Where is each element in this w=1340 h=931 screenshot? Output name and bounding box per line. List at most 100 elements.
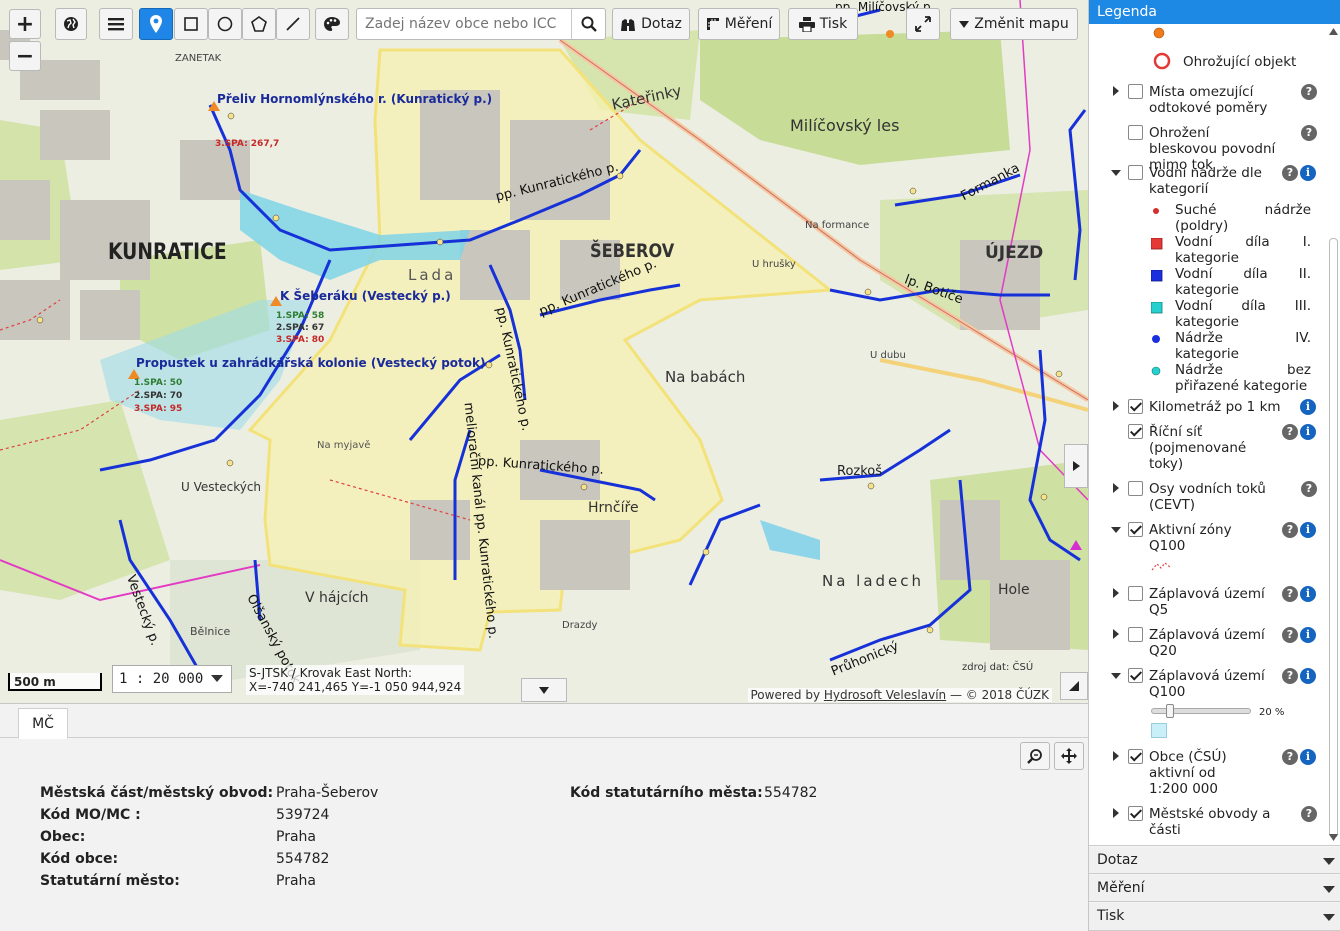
layer-checkbox-nadrze[interactable] [1128,165,1143,180]
opacity-slider[interactable] [1151,704,1251,718]
layer-checkbox-q5[interactable] [1128,586,1143,601]
search-input[interactable] [357,9,571,39]
change-map-button[interactable]: Změnit mapu [950,8,1078,40]
legend-item-aktivni: Aktivní zóny Q100 ? i [1089,522,1325,556]
legend-sub-label: Suché nádrže [1175,202,1311,218]
query-label: Dotaz [641,16,682,32]
help-icon[interactable]: ? [1282,586,1298,602]
scrollbar-thumb[interactable] [1329,238,1338,838]
layers-menu-button[interactable] [99,8,133,40]
layer-checkbox-ricni[interactable] [1128,424,1143,439]
legend-item-km: Kilometráž po 1 km i [1089,399,1325,417]
info-icon[interactable]: i [1300,399,1316,415]
help-icon[interactable]: ? [1282,165,1298,181]
chevron-down-icon [1323,886,1335,893]
legend-scrollbar[interactable] [1327,28,1339,842]
help-icon[interactable]: ? [1301,84,1317,100]
chevron-down-icon [1323,858,1335,865]
collapse-arrow-icon[interactable] [1111,673,1121,679]
help-icon[interactable]: ? [1301,125,1317,141]
layer-checkbox-q100[interactable] [1128,668,1143,683]
layer-checkbox-obce[interactable] [1128,749,1143,764]
query-button[interactable]: Dotaz [612,8,690,40]
attribution-link[interactable]: Hydrosoft Veleslavín [824,688,946,702]
palette-button[interactable] [315,8,349,40]
expand-arrow-icon[interactable] [1113,401,1119,411]
tab-mc[interactable]: MČ [18,708,68,739]
layer-checkbox-aktivni[interactable] [1128,522,1143,537]
side-panel-toggle[interactable] [1064,444,1088,488]
layer-checkbox-mista[interactable] [1128,84,1143,99]
move-icon [1061,748,1077,764]
place-label-belnice: Bělnice [190,625,231,638]
zoom-in-button[interactable]: + [9,9,41,39]
accordion-query[interactable]: Dotaz [1089,847,1340,874]
bottom-panel-toggle[interactable] [521,678,567,702]
info-icon[interactable]: i [1300,165,1316,181]
layer-checkbox-q20[interactable] [1128,627,1143,642]
legend-threat-object-label: Ohrožující objekt [1183,54,1297,70]
rectangle-icon [184,17,198,31]
help-icon[interactable]: ? [1282,424,1298,440]
station-2-spa2: 2.SPA: 67 [276,323,325,333]
info-icon[interactable]: i [1300,586,1316,602]
scroll-up-icon[interactable] [1329,28,1338,35]
field-key: Městská část/městský obvod: [40,785,274,801]
legend-orange-dot [1153,27,1165,39]
map-view[interactable]: KUNRATICE ŠEBEROV ÚJEZD Kateřinky Milíčo… [0,0,1088,703]
help-icon[interactable]: ? [1301,806,1317,822]
fullscreen-button[interactable] [906,8,940,40]
legend-subitem: Vodní díla I. kategorie [1151,234,1331,266]
info-icon[interactable]: i [1300,749,1316,765]
help-icon[interactable]: ? [1282,749,1298,765]
caret-down-icon [959,20,970,28]
legend-item-q100: Záplavová území Q100 ? i [1089,668,1325,702]
zoom-to-feature-button[interactable] [1020,742,1050,770]
accordion-print[interactable]: Tisk [1089,903,1340,931]
legend-header[interactable]: Legenda [1089,0,1340,24]
search-box [356,8,606,40]
expand-arrow-icon[interactable] [1113,751,1119,761]
place-label-v-hajcich: V hájcích [305,590,369,606]
print-button[interactable]: Tisk [788,8,858,40]
expand-arrow-icon[interactable] [1113,629,1119,639]
point-tool-button[interactable] [139,8,173,40]
help-icon[interactable]: ? [1301,481,1317,497]
legend-sub-label: Vodní díla I. [1175,234,1311,250]
dot-blue-icon [1152,335,1160,343]
scroll-down-icon[interactable] [1329,834,1338,841]
expand-arrow-icon[interactable] [1113,86,1119,96]
help-icon[interactable]: ? [1282,627,1298,643]
info-icon[interactable]: i [1300,668,1316,684]
place-label-drazdy: Drazdy [562,620,598,631]
pan-to-feature-button[interactable] [1054,742,1084,770]
globe-button[interactable] [55,8,87,40]
rectangle-tool-button[interactable] [174,8,208,40]
layer-checkbox-osy[interactable] [1128,481,1143,496]
polygon-tool-button[interactable] [242,8,276,40]
accordion-label: Tisk [1097,908,1125,924]
opacity-slider-handle[interactable] [1166,704,1175,718]
info-icon[interactable]: i [1300,522,1316,538]
layer-checkbox-mestske[interactable] [1128,806,1143,821]
collapse-arrow-icon[interactable] [1111,527,1121,533]
circle-tool-button[interactable] [208,8,242,40]
expand-arrow-icon[interactable] [1113,588,1119,598]
line-tool-button[interactable] [276,8,310,40]
help-icon[interactable]: ? [1282,522,1298,538]
layer-checkbox-blesk[interactable] [1128,125,1143,140]
help-icon[interactable]: ? [1282,668,1298,684]
search-button[interactable] [571,9,605,39]
zoom-out-button[interactable]: − [9,41,41,71]
overview-map-toggle[interactable] [1060,672,1088,700]
info-icon[interactable]: i [1300,424,1316,440]
scale-select[interactable]: 1 : 20 000 [112,665,232,693]
accordion-measure[interactable]: Měření [1089,875,1340,902]
layer-checkbox-km[interactable] [1128,399,1143,414]
collapse-arrow-icon[interactable] [1111,170,1121,176]
expand-arrow-icon[interactable] [1113,483,1119,493]
measure-button[interactable]: Měření [698,8,780,40]
place-label-hole: Hole [998,582,1030,598]
info-icon[interactable]: i [1300,627,1316,643]
expand-arrow-icon[interactable] [1113,808,1119,818]
